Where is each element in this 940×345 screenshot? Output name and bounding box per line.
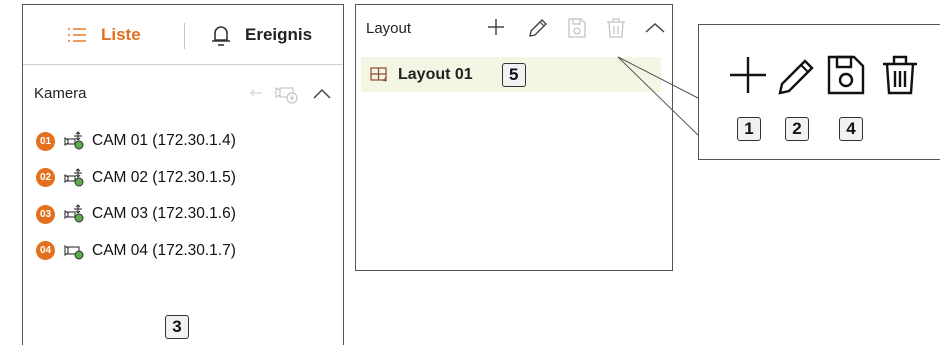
pencil-icon [778, 59, 814, 95]
toolbar-zoom-callout: 1 2 4 [698, 24, 940, 160]
callout-number-1: 1 [737, 117, 761, 141]
plus-icon [730, 57, 766, 93]
callout-number-2: 2 [785, 117, 809, 141]
callout-number-4: 4 [839, 117, 863, 141]
save-icon [827, 55, 865, 95]
trash-icon [883, 55, 917, 95]
